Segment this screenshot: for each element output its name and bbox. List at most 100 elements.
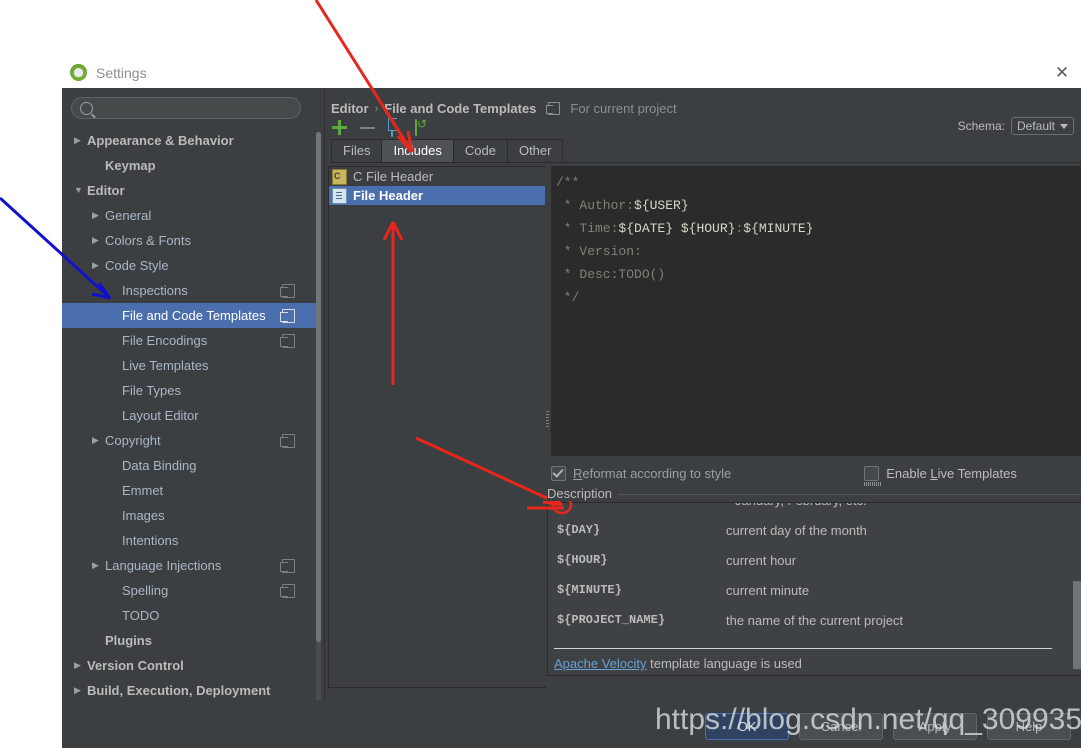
list-item[interactable]: File Header [329,186,545,205]
sidebar-item-general[interactable]: ▶ General [62,203,317,228]
sidebar-item-inspections[interactable]: Inspections [62,278,317,303]
sidebar-item-file-types[interactable]: File Types [62,378,317,403]
sidebar-item-label: Colors & Fonts [105,233,191,248]
sidebar-scrollbar-thumb[interactable] [316,132,321,642]
sidebar-item-label: Appearance & Behavior [87,133,234,148]
dialog-buttons: OK Cancel Apply Help [705,713,1071,740]
sidebar-item-label: Version Control [87,658,184,673]
enable-live-templates-checkbox[interactable]: Enable Live Templates [864,465,1017,486]
title-bar [0,40,1081,88]
plus-icon[interactable] [331,119,348,136]
sidebar-item-editor[interactable]: ▼ Editor [62,178,317,203]
reset-icon[interactable] [415,118,417,136]
ok-button[interactable]: OK [705,713,789,740]
settings-dialog: ▶ Appearance & Behavior Keymap ▼ Editor ▶ Gene… [62,88,1081,748]
chevron-right-icon[interactable]: ▶ [92,561,105,570]
sidebar-item-emmet[interactable]: Emmet [62,478,317,503]
list-item-label: File Header [353,188,424,203]
chevron-right-icon[interactable]: ▶ [74,136,87,145]
breadcrumb-note: For current project [570,101,677,116]
description-panel: January, February, etc. ${DAY} current day… [547,502,1081,676]
table-cell-description: January, February, etc. [735,503,867,508]
sidebar-item-live-templates[interactable]: Live Templates [62,353,317,378]
live-templates-checkbox-label: Enable Live Templates [886,465,1017,481]
apply-button[interactable]: Apply [893,713,977,740]
reformat-checkbox-label: Reformat according to style [573,465,732,481]
sidebar-item-data-binding[interactable]: Data Binding [62,453,317,478]
chevron-right-icon[interactable]: ▶ [92,211,105,220]
table-cell-variable: ${DAY} [557,523,601,537]
table-row: ${DAY} current day of the month [548,515,1068,545]
project-scope-icon [546,102,561,115]
sidebar-item-images[interactable]: Images [62,503,317,528]
editor-line: * Version: [556,244,642,259]
chevron-down-icon [1060,123,1068,129]
breadcrumb-parent[interactable]: Editor [331,101,369,116]
reformat-checkbox-box[interactable] [551,465,566,481]
table-cell-variable: ${MINUTE} [557,583,622,597]
sidebar-item-layout-editor[interactable]: Layout Editor [62,403,317,428]
apache-velocity-link[interactable]: Apache Velocity [554,656,647,671]
help-button[interactable]: Help [987,713,1071,740]
chevron-right-icon[interactable]: ▶ [92,236,105,245]
sidebar-item-file-and-code-templates[interactable]: File and Code Templates [62,303,317,328]
sidebar-item-keymap[interactable]: Keymap [62,153,317,178]
schema-select[interactable]: Default [1010,117,1074,135]
sidebar-item-spelling[interactable]: Spelling [62,578,317,603]
template-editor[interactable]: /** * Author:${USER} * Time:${DATE} ${HO… [551,166,1081,456]
description-footer: Apache Velocity template language is use… [554,656,802,671]
chevron-right-icon[interactable]: ▶ [74,686,87,695]
splitter-grip[interactable] [546,411,549,429]
tab-code[interactable]: Code [452,139,508,162]
reformat-according-to-style-checkbox[interactable]: Reformat according to style [551,465,732,481]
sidebar-item-copyright[interactable]: ▶ Copyright [62,428,317,453]
breadcrumb: Editor › File and Code Templates For cur… [331,101,677,116]
sidebar-item-appearance-behavior[interactable]: ▶ Appearance & Behavior [62,128,317,153]
search-box[interactable] [71,97,301,119]
project-scope-icon [280,434,295,448]
sidebar-item-language-injections[interactable]: ▶ Language Injections [62,553,317,578]
project-scope-icon [280,309,295,323]
sidebar-item-file-encodings[interactable]: File Encodings [62,328,317,353]
description-scrollbar-thumb[interactable] [1073,581,1081,669]
chevron-right-icon[interactable]: ▶ [74,661,87,670]
sidebar-item-version-control[interactable]: ▶ Version Control [62,653,317,678]
sidebar-item-label: File and Code Templates [122,308,266,323]
sidebar-item-colors-fonts[interactable]: ▶ Colors & Fonts [62,228,317,253]
sidebar-item-label: Build, Execution, Deployment [87,683,271,698]
project-scope-icon [280,334,295,348]
sidebar-item-label: Live Templates [122,358,209,373]
close-icon[interactable]: ✕ [1053,64,1071,82]
breadcrumb-current: File and Code Templates [384,101,537,116]
schema-label: Schema: [957,119,1005,133]
tab-includes[interactable]: Includes [381,139,454,162]
minus-icon[interactable] [359,119,376,136]
window-title: Settings [96,64,147,81]
sidebar-item-todo[interactable]: TODO [62,603,317,628]
sidebar-item-label: Spelling [122,583,169,598]
sidebar-item-plugins[interactable]: Plugins [62,628,317,653]
breadcrumb-separator: › [374,102,379,115]
tab-files[interactable]: Files [331,139,383,162]
sidebar-item-label: Language Injections [105,558,222,573]
sidebar-scrollbar[interactable] [316,132,321,700]
description-divider [547,494,1081,495]
chevron-right-icon[interactable]: ▶ [92,261,105,270]
sidebar-item-intentions[interactable]: Intentions [62,528,317,553]
copy-icon[interactable] [391,119,393,137]
cancel-button[interactable]: Cancel [799,713,883,740]
table-cell-variable: ${PROJECT_NAME} [557,613,666,627]
sidebar-item-build-execution-deployment[interactable]: ▶ Build, Execution, Deployment [62,678,317,700]
tab-other[interactable]: Other [506,139,564,162]
chevron-down-icon[interactable]: ▼ [74,186,87,195]
chevron-right-icon[interactable]: ▶ [92,436,105,445]
editor-line: */ [556,290,580,305]
table-cell-variable: ${HOUR} [557,553,608,567]
search-input[interactable] [98,100,292,116]
settings-content: Editor › File and Code Templates For cur… [325,88,1081,700]
list-item[interactable]: C File Header [329,167,545,186]
sidebar-item-code-style[interactable]: ▶ Code Style [62,253,317,278]
live-templates-checkbox-box[interactable] [864,465,880,481]
template-file-list: C File Header File Header [328,166,546,688]
file-icon [332,187,347,204]
